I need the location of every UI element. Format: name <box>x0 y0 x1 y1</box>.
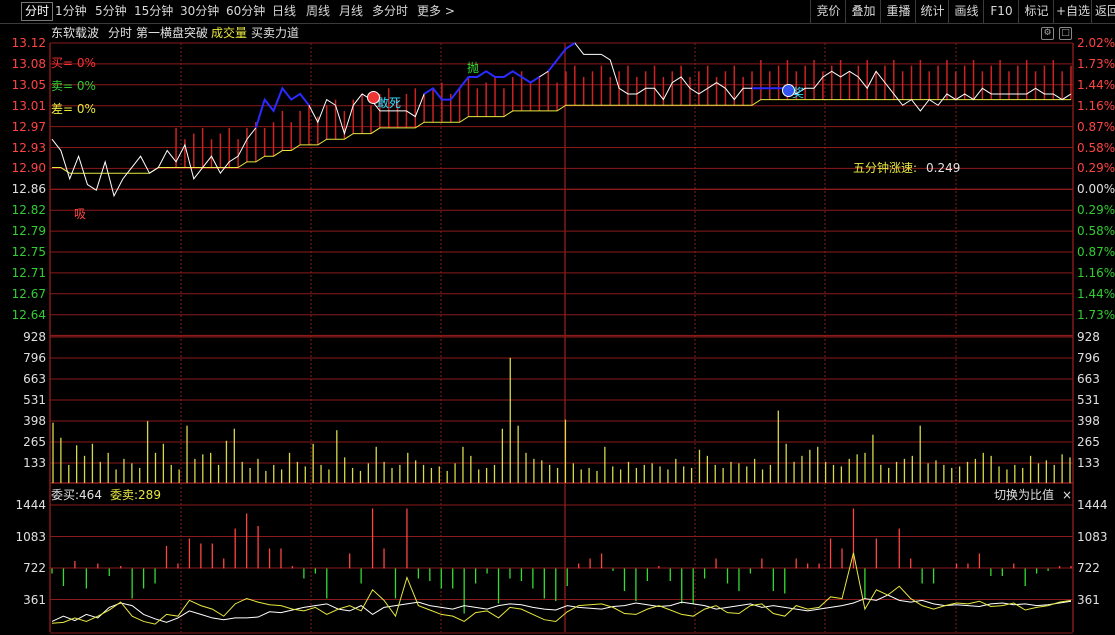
order-sell-label: 委卖:289 <box>110 488 161 502</box>
diff-ratio: 差= 0% <box>51 102 96 116</box>
price-tick-label: 13.12 <box>11 36 46 50</box>
volume-tick-label: 398 <box>23 414 46 428</box>
marker-xi: 吸 <box>74 207 87 221</box>
pct-tick-label: 2.02% <box>1077 36 1115 50</box>
volume-tick-label: 796 <box>23 351 46 365</box>
volume-tick-label: 928 <box>1077 330 1100 344</box>
order-buy-line <box>51 552 1072 625</box>
speed-value: 0.249 <box>926 161 961 175</box>
pct-tick-label: 0.29% <box>1077 203 1115 218</box>
stock-name: 东软载波 <box>51 26 100 40</box>
price-tick-label: 12.82 <box>11 203 46 218</box>
price-tick-label: 12.64 <box>11 307 46 322</box>
volume-tick-label: 531 <box>1077 393 1100 407</box>
price-tick-label: 13.01 <box>11 98 46 113</box>
pct-tick-label: 0.58% <box>1077 224 1115 239</box>
volume-tick-label: 531 <box>23 393 46 407</box>
dikan-icon <box>367 91 380 104</box>
price-tick-label: 13.05 <box>11 77 46 92</box>
price-tick-label: 12.79 <box>11 224 46 239</box>
pct-tick-label: 1.73% <box>1077 307 1115 322</box>
pct-tick-label: 0.87% <box>1077 245 1115 259</box>
volume-tick-label: 796 <box>1077 351 1100 365</box>
order-tick-label: 722 <box>1077 561 1100 575</box>
price-tick-label: 12.71 <box>11 265 46 280</box>
pct-tick-label: 0.29% <box>1077 161 1115 176</box>
price-tick-label: 12.86 <box>11 182 46 197</box>
volume-label[interactable]: 成交量 <box>211 26 247 40</box>
avg-price-line <box>52 99 1071 174</box>
pct-tick-label: 1.44% <box>1077 286 1115 301</box>
volume-tick-label: 133 <box>1077 456 1100 470</box>
volume-tick-label: 663 <box>23 372 46 386</box>
speed-label: 五分钟涨速: <box>853 161 918 175</box>
price-tick-label: 12.90 <box>11 161 46 176</box>
buy-ratio: 买= 0% <box>51 56 96 70</box>
marker-pao: 抛 <box>467 61 480 75</box>
order-tick-label: 1444 <box>1077 498 1108 512</box>
volume-tick-label: 265 <box>1077 435 1100 449</box>
indicator-name[interactable]: 第一横盘突破 <box>136 26 208 40</box>
price-tick-label: 12.75 <box>11 245 46 259</box>
order-tick-label: 1083 <box>15 529 46 544</box>
price-line <box>51 42 1072 198</box>
close-icon[interactable]: × <box>1062 488 1072 502</box>
maximize-icon[interactable]: □ <box>1059 27 1072 40</box>
volume-tick-label: 133 <box>23 456 46 470</box>
volume-tick-label: 265 <box>23 435 46 449</box>
volume-tick-label: 928 <box>23 330 46 344</box>
order-tick-label: 722 <box>23 561 46 575</box>
order-tick-label: 1444 <box>15 498 46 512</box>
marker-dikan: 敢死 <box>377 96 402 110</box>
price-tick-label: 13.08 <box>11 56 46 71</box>
order-tick-label: 361 <box>1077 592 1100 607</box>
buy-sell-power-label[interactable]: 买卖力道 <box>251 26 299 40</box>
pct-tick-label: 1.73% <box>1077 56 1115 71</box>
switch-ratio-button[interactable]: 切换为比值 <box>994 488 1054 502</box>
pct-tick-label: 0.58% <box>1077 140 1115 155</box>
order-buy-label: 委买:464 <box>51 488 102 502</box>
pct-tick-label: 0.87% <box>1077 119 1115 134</box>
pct-tick-label: 1.16% <box>1077 98 1115 113</box>
price-tick-label: 12.93 <box>11 140 46 155</box>
volume-tick-label: 398 <box>1077 414 1100 428</box>
sell-ratio: 卖= 0% <box>51 79 96 93</box>
pct-tick-label: 0.00% <box>1077 182 1115 197</box>
settings-icon[interactable]: ⚙ <box>1041 27 1054 40</box>
volume-tick-label: 663 <box>1077 372 1100 386</box>
order-tick-label: 361 <box>23 592 46 607</box>
pct-tick-label: 1.44% <box>1077 77 1115 92</box>
chart-mode: 分时 <box>108 26 133 40</box>
price-tick-label: 12.67 <box>11 286 46 301</box>
breakout-segment <box>547 42 576 72</box>
order-tick-label: 1083 <box>1077 529 1108 544</box>
pct-tick-label: 1.16% <box>1077 265 1115 280</box>
price-tick-label: 12.97 <box>11 119 46 134</box>
intraday-chart[interactable] <box>0 0 1115 635</box>
jiang-icon <box>782 84 795 97</box>
